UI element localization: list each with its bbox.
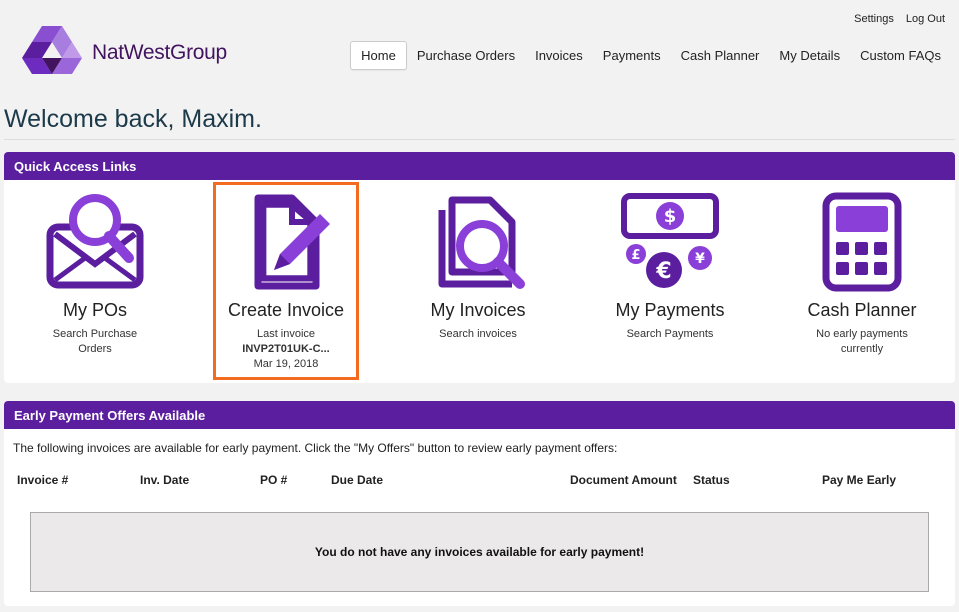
tile-create-invoice[interactable]: Create Invoice Last invoice INVP2T01UK-C… (213, 182, 359, 380)
nav-payments[interactable]: Payments (593, 42, 671, 69)
table-header: Invoice # Inv. Date PO # Due Date Docume… (4, 473, 955, 503)
calculator-icon (822, 192, 902, 292)
tile-title: My Payments (615, 300, 725, 320)
tile-subtitle: Search invoices (439, 328, 517, 340)
currency-icon: $ £ € ¥ (621, 193, 719, 288)
svg-text:$: $ (664, 206, 677, 227)
early-payment-header: Early Payment Offers Available (4, 401, 955, 429)
document-pencil-icon (254, 194, 330, 290)
nav-home[interactable]: Home (350, 41, 407, 70)
tile-title: My Invoices (430, 300, 526, 320)
tile-cash-planner[interactable]: Cash Planner No early payments currently (787, 180, 937, 357)
tile-my-invoices[interactable]: My Invoices Search invoices (403, 180, 553, 342)
early-payment-panel: Early Payment Offers Available The follo… (4, 401, 955, 606)
tile-subtitle: Last invoice INVP2T01UK-C... Mar 19, 201… (242, 328, 330, 370)
tile-my-pos[interactable]: My POs Search Purchase Orders (20, 180, 170, 357)
logout-link[interactable]: Log Out (906, 13, 945, 25)
divider (4, 139, 955, 140)
quick-access-tiles: My POs Search Purchase Orders Create Inv… (4, 180, 955, 383)
tile-title: Create Invoice (227, 300, 345, 320)
quick-access-panel: Quick Access Links My POs Search Purchas… (4, 152, 955, 383)
nav-purchase-orders[interactable]: Purchase Orders (407, 42, 525, 69)
svg-text:¥: ¥ (695, 251, 705, 267)
tile-subtitle: No early payments currently (816, 328, 908, 355)
natwest-cube-icon (22, 26, 82, 74)
tile-subtitle: Search Payments (626, 328, 714, 340)
col-due-date[interactable]: Due Date (331, 473, 383, 487)
envelope-search-icon (46, 194, 144, 289)
brand-name: NatWestGroup (92, 41, 227, 64)
col-status[interactable]: Status (693, 473, 730, 487)
tile-subtitle: Search Purchase Orders (52, 328, 138, 355)
nav-custom-faqs[interactable]: Custom FAQs (850, 42, 951, 69)
svg-text:£: £ (631, 248, 640, 263)
nav-invoices[interactable]: Invoices (525, 42, 593, 69)
quick-access-header: Quick Access Links (4, 152, 955, 180)
tile-title: My POs (62, 300, 127, 320)
tile-title: Cash Planner (807, 300, 917, 320)
main-nav: Home Purchase Orders Invoices Payments C… (350, 41, 951, 70)
settings-link[interactable]: Settings (854, 13, 894, 25)
empty-state-message: You do not have any invoices available f… (30, 512, 929, 592)
early-payment-description: The following invoices are available for… (13, 441, 618, 455)
col-document-amount[interactable]: Document Amount (570, 473, 677, 487)
nav-cash-planner[interactable]: Cash Planner (671, 42, 770, 69)
page-title: Welcome back, Maxim. (4, 105, 262, 133)
nav-my-details[interactable]: My Details (769, 42, 850, 69)
col-invoice-number[interactable]: Invoice # (17, 473, 68, 487)
col-inv-date[interactable]: Inv. Date (140, 473, 189, 487)
svg-text:€: € (655, 259, 671, 284)
brand-logo[interactable]: NatWestGroup (20, 24, 227, 82)
top-links: Settings Log Out (854, 13, 945, 25)
document-search-icon (438, 196, 525, 289)
col-po-number[interactable]: PO # (260, 473, 287, 487)
tile-my-payments[interactable]: $ £ € ¥ My Payments Search Payments (595, 180, 745, 342)
col-pay-me-early[interactable]: Pay Me Early (822, 473, 896, 487)
last-invoice-number[interactable]: INVP2T01UK-C... (242, 343, 329, 355)
